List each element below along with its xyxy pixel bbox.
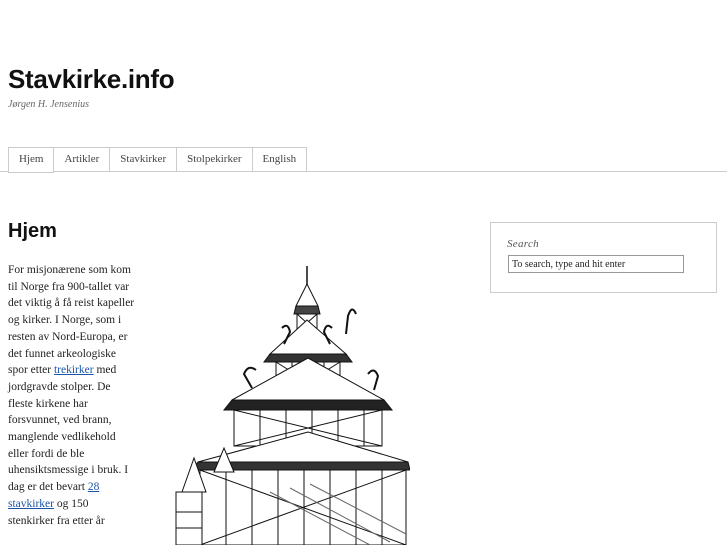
trekirker-link[interactable]: trekirker bbox=[54, 364, 94, 376]
search-input[interactable] bbox=[508, 255, 684, 273]
nav-item-stavkirker[interactable]: Stavkirker bbox=[110, 147, 178, 172]
search-label: Search bbox=[507, 238, 539, 250]
nav-item-english[interactable]: English bbox=[252, 147, 308, 172]
article-text-part: med jordgravde stolper. De fleste kirken… bbox=[8, 364, 129, 494]
main-nav: Hjem Artikler Stavkirker Stolpekirker En… bbox=[8, 147, 308, 173]
page-title: Hjem bbox=[8, 220, 57, 242]
site-title[interactable]: Stavkirke.info bbox=[8, 64, 175, 95]
nav-item-stolpekirker[interactable]: Stolpekirker bbox=[177, 147, 253, 172]
nav-item-hjem[interactable]: Hjem bbox=[8, 147, 55, 173]
site-description: Jørgen H. Jensenius bbox=[8, 99, 89, 110]
article-text-part: For misjonærene som kom til Norge fra 90… bbox=[8, 264, 135, 377]
nav-item-artikler[interactable]: Artikler bbox=[54, 147, 111, 172]
stave-church-drawing-icon bbox=[175, 266, 411, 546]
article-text: For misjonærene som kom til Norge fra 90… bbox=[8, 262, 136, 529]
search-widget: Search bbox=[490, 222, 717, 293]
stave-church-illustration bbox=[170, 262, 411, 550]
